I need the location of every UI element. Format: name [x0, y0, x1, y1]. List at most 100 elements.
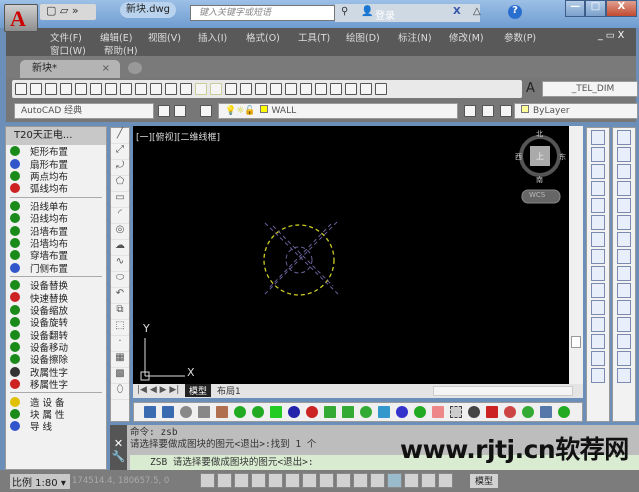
modify-tool-icon[interactable] — [617, 351, 631, 366]
maximize-button[interactable]: □ — [585, 0, 606, 17]
tool-icon[interactable] — [468, 406, 480, 418]
spline-icon[interactable]: ∿ — [111, 256, 129, 272]
panel-item[interactable]: 矩形布置 — [6, 145, 106, 158]
menu-edit[interactable]: 编辑(E) — [100, 30, 132, 44]
publish-icon[interactable] — [90, 83, 102, 95]
polygon-icon[interactable]: ⬠ — [111, 176, 129, 192]
modify-tool-icon[interactable] — [591, 317, 605, 332]
copy-icon[interactable] — [135, 83, 147, 95]
close-icon[interactable]: ✕ — [110, 437, 127, 450]
panel-item[interactable]: 造 设 备 — [6, 395, 106, 409]
binoculars-icon[interactable]: ⚲ — [341, 6, 348, 17]
panel-item[interactable]: 沿线单布 — [6, 200, 106, 213]
panel-item[interactable]: 沿线均布 — [6, 212, 106, 225]
polar-toggle[interactable] — [268, 473, 283, 488]
panel-item[interactable]: 导 线 — [6, 420, 106, 433]
modify-tool-icon[interactable] — [617, 147, 631, 162]
menu-draw[interactable]: 绘图(D) — [346, 30, 380, 44]
menu-help[interactable]: 帮助(H) — [104, 43, 138, 57]
paste-icon[interactable] — [150, 83, 162, 95]
print-preview-icon[interactable] — [75, 83, 87, 95]
circle-icon[interactable]: ◎ — [111, 224, 129, 240]
tool-icon[interactable] — [162, 406, 174, 418]
tool-icon[interactable] — [288, 406, 300, 418]
modify-tool-icon[interactable] — [591, 232, 605, 247]
pan-icon[interactable] — [225, 83, 237, 95]
block-editor-icon[interactable] — [180, 83, 192, 95]
selection-cycling-toggle[interactable] — [421, 473, 436, 488]
layer-manager-icon[interactable] — [200, 105, 212, 117]
modify-tool-icon[interactable] — [617, 334, 631, 349]
quick-properties-toggle[interactable] — [404, 473, 419, 488]
layer-select[interactable]: 💡☼🔓 WALL — [218, 103, 458, 119]
ortho-toggle[interactable] — [251, 473, 266, 488]
panel-item[interactable]: 沿墙布置 — [6, 224, 106, 238]
search-input[interactable]: 键入关键字或短语 — [190, 5, 335, 21]
tool-icon[interactable] — [486, 406, 498, 418]
modify-tool-icon[interactable] — [591, 368, 605, 383]
exchange-icon[interactable]: X — [453, 6, 461, 17]
modify-tool-icon[interactable] — [591, 181, 605, 196]
zoom-window-icon[interactable] — [255, 83, 267, 95]
tool-icon[interactable] — [306, 406, 318, 418]
tool-icon[interactable] — [450, 406, 462, 418]
tool-icon[interactable] — [216, 406, 228, 418]
calculator-icon[interactable] — [360, 83, 372, 95]
tool-icon[interactable] — [504, 406, 516, 418]
panel-item[interactable]: 门侧布置 — [6, 262, 106, 275]
panel-item[interactable]: 设备移动 — [6, 341, 106, 354]
menu-tools[interactable]: 工具(T) — [298, 30, 330, 44]
hatch-icon[interactable]: ▦ — [111, 352, 129, 368]
color-select[interactable]: ByLayer — [514, 103, 638, 119]
modify-tool-icon[interactable] — [617, 266, 631, 281]
tool-icon[interactable] — [270, 406, 282, 418]
3d-osnap-toggle[interactable] — [302, 473, 317, 488]
insert-block-icon[interactable]: ⧉ — [111, 304, 129, 320]
revision-cloud-icon[interactable]: ☁ — [111, 240, 129, 256]
menu-file[interactable]: 文件(F) — [50, 30, 82, 44]
modify-tool-icon[interactable] — [617, 164, 631, 179]
menu-window[interactable]: 窗口(W) — [50, 43, 86, 57]
panel-item[interactable]: 块 属 性 — [6, 408, 106, 421]
tool-icon[interactable] — [198, 406, 210, 418]
snap-toggle[interactable] — [217, 473, 232, 488]
tab-layout1[interactable]: 布局1 — [217, 384, 241, 397]
document-window-controls[interactable]: _ ▭ X — [598, 30, 624, 41]
line-icon[interactable]: ╱ — [111, 128, 129, 144]
help-button[interactable]: ? — [508, 5, 522, 19]
ducs-toggle[interactable] — [336, 473, 351, 488]
arc-icon[interactable]: ◜ — [111, 208, 129, 224]
menu-dimension[interactable]: 标注(N) — [398, 30, 432, 44]
menu-format[interactable]: 格式(O) — [246, 30, 280, 44]
panel-item[interactable]: 设备擦除 — [6, 353, 106, 366]
modify-tool-icon[interactable] — [617, 283, 631, 298]
otrack-toggle[interactable] — [319, 473, 334, 488]
tool-icon[interactable] — [396, 406, 408, 418]
panel-item[interactable]: 弧线均布 — [6, 182, 106, 195]
panel-item[interactable]: 设备替换 — [6, 279, 106, 292]
tool-icon[interactable] — [144, 406, 156, 418]
tab-model[interactable]: 模型 — [185, 384, 212, 397]
modify-tool-icon[interactable] — [591, 283, 605, 298]
compass-west[interactable]: 西 — [515, 152, 522, 162]
osnap-toggle[interactable] — [285, 473, 300, 488]
modify-tool-icon[interactable] — [591, 147, 605, 162]
3d-print-icon[interactable] — [105, 83, 117, 95]
polyline-icon[interactable]: ⤾ — [111, 160, 129, 176]
open-icon[interactable] — [30, 83, 42, 95]
selected-circle[interactable] — [263, 224, 335, 296]
menu-insert[interactable]: 插入(I) — [198, 30, 227, 44]
zoom-realtime-icon[interactable] — [240, 83, 252, 95]
coordinates-readout[interactable]: 174514.4, 180657.5, 0 — [72, 476, 169, 486]
modify-tool-icon[interactable] — [591, 351, 605, 366]
modify-tool-icon[interactable] — [617, 368, 631, 383]
point-icon[interactable]: · — [111, 336, 129, 352]
make-current-layer-icon[interactable] — [464, 105, 476, 117]
markup-icon[interactable] — [345, 83, 357, 95]
annotation-monitor-toggle[interactable] — [438, 473, 453, 488]
modify-tool-icon[interactable] — [617, 198, 631, 213]
ellipse-arc-icon[interactable]: ↶ — [111, 288, 129, 304]
modify-tool-icon[interactable] — [591, 249, 605, 264]
text-style-icon[interactable]: A — [526, 81, 535, 96]
design-center-icon[interactable] — [300, 83, 312, 95]
